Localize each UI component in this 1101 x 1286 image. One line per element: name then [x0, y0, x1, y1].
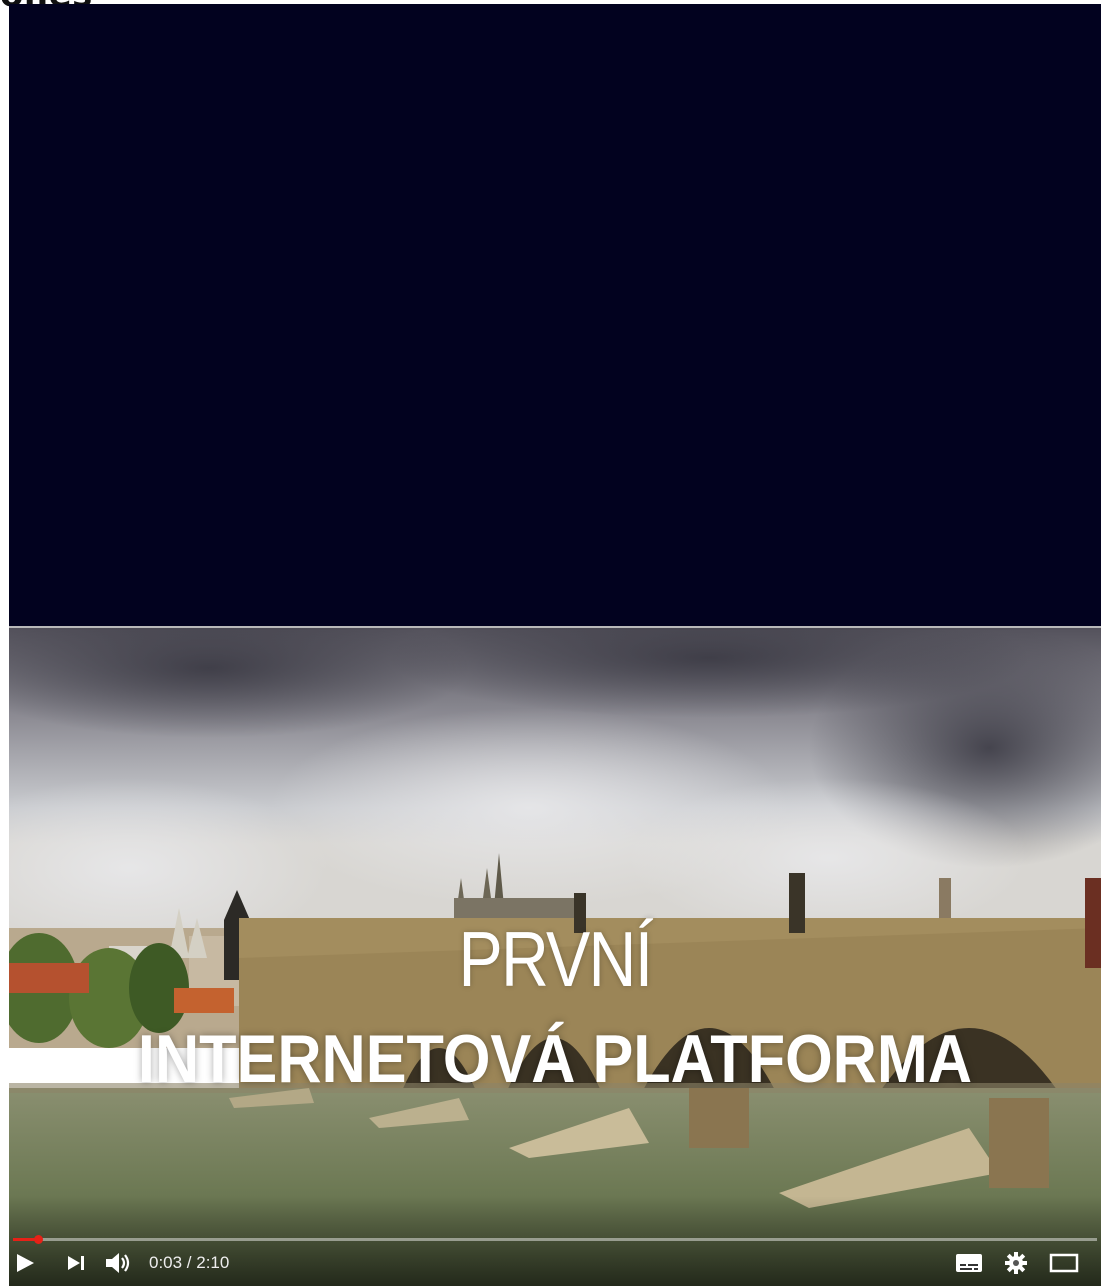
captions-button[interactable] — [955, 1252, 983, 1274]
volume-button[interactable] — [99, 1251, 139, 1275]
theater-mode-button[interactable] — [1049, 1252, 1079, 1274]
next-button[interactable] — [57, 1254, 97, 1272]
time-display: 0:03 / 2:10 — [149, 1253, 230, 1272]
player-controls: 0:03 / 2:10 — [9, 1240, 1101, 1286]
volume-icon — [106, 1253, 130, 1273]
dark-blank-panel — [9, 4, 1101, 626]
captions-icon — [956, 1254, 982, 1272]
play-button[interactable] — [11, 1252, 39, 1274]
right-controls — [955, 1250, 1079, 1276]
settings-button[interactable] — [1003, 1250, 1029, 1276]
next-icon — [68, 1256, 84, 1270]
gear-icon — [1005, 1252, 1027, 1274]
overlay-title-line1: PRVNÍ — [458, 915, 654, 1003]
overlay-title-line2: INTERNETOVÁ PLATFORMA — [137, 1021, 973, 1097]
theater-mode-icon — [1049, 1253, 1079, 1273]
video-player[interactable]: PRVNÍ INTERNETOVÁ PLATFORMA 0:03 / 2:10 — [9, 628, 1101, 1286]
play-icon — [17, 1254, 34, 1272]
